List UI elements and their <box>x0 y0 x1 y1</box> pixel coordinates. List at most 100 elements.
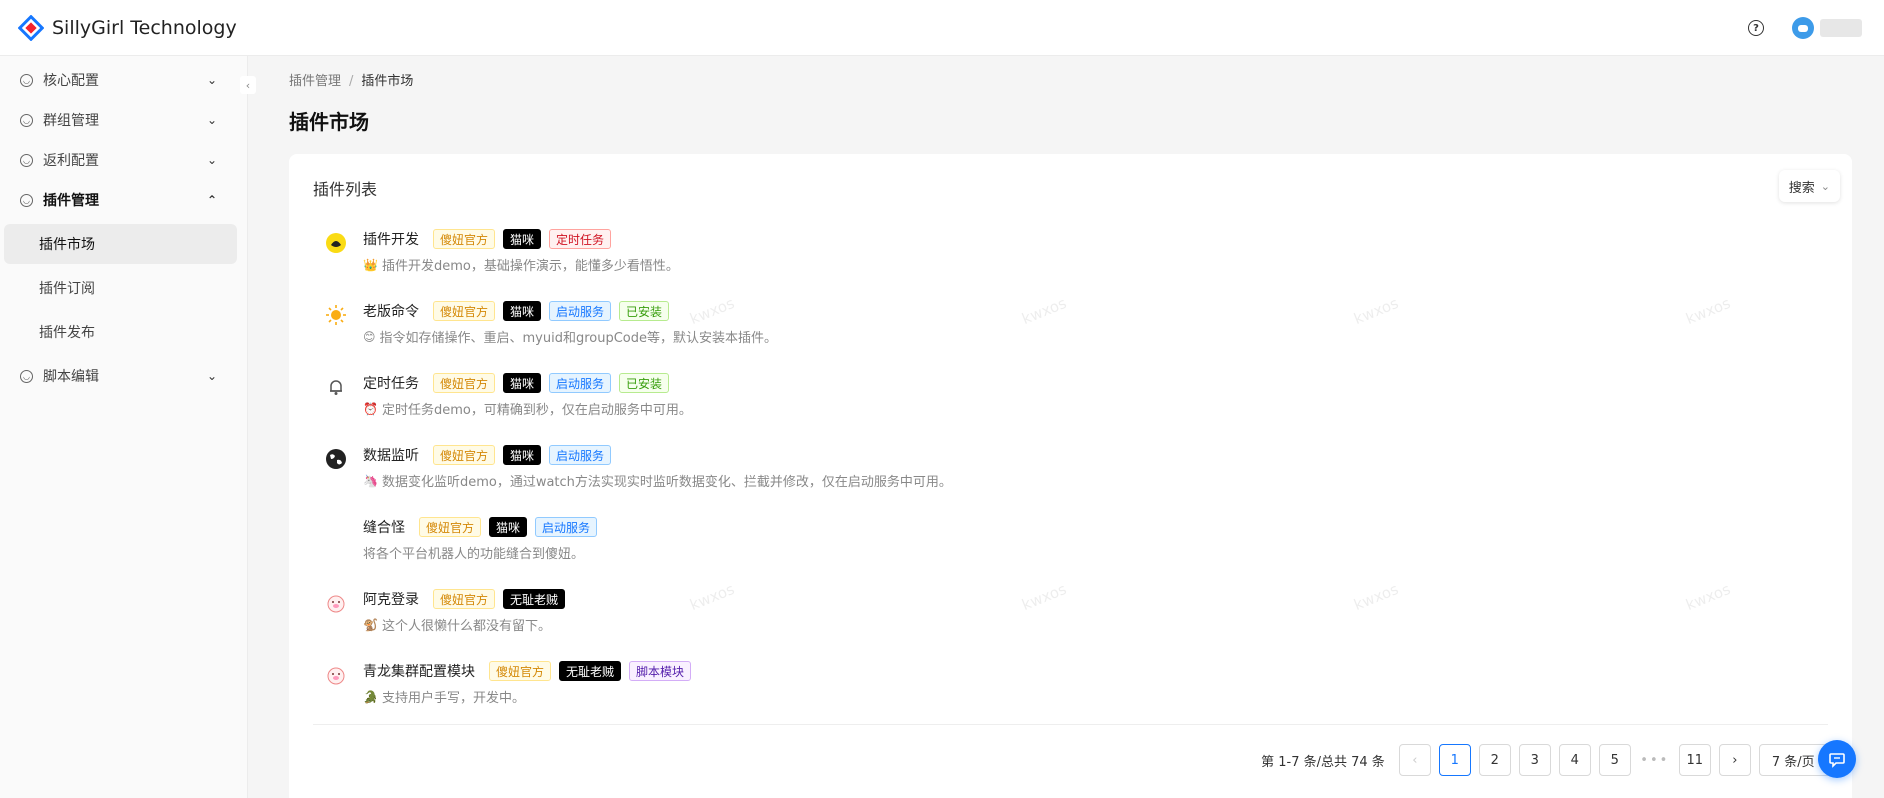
plugin-list: 插件开发 傻妞官方 猫咪 定时任务 👑 插件开发demo，基础操作演示，能懂多少看… <box>313 224 1828 728</box>
page-button-last[interactable]: 11 <box>1678 744 1711 776</box>
main-content: 插件管理 / 插件市场 插件市场 插件列表 搜索 ⌄ 插件开发 傻妞官方 猫咪 定时… <box>249 56 1884 798</box>
plugin-name[interactable]: 插件开发 <box>363 229 419 249</box>
smile-circle-icon: ◡ <box>20 73 33 87</box>
sidebar-item-label: 核心配置 <box>43 73 99 89</box>
sidebar-item-plugin-manage[interactable]: ◡ 插件管理 ⌃ <box>0 180 247 220</box>
tag: 启动服务 <box>549 445 612 465</box>
question-circle-icon[interactable]: ? <box>1748 20 1764 36</box>
sidebar-item-rebate-config[interactable]: ◡ 返利配置 ⌄ <box>0 140 247 180</box>
plugin-description: 这个人很懒什么都没有留下。 <box>381 619 551 634</box>
plugin-name[interactable]: 阿克登录 <box>363 589 419 609</box>
sidebar-group-plugin-manage: ◡ 插件管理 ⌃ 插件市场 插件订阅 插件发布 <box>0 180 247 352</box>
plugin-description: 定时任务demo，可精确到秒，仅在启动服务中可用。 <box>381 403 692 418</box>
plugin-name[interactable]: 老版命令 <box>363 301 419 321</box>
tag: 傻妞官方 <box>489 661 552 681</box>
page-ellipsis[interactable]: ••• <box>1639 753 1671 768</box>
tag: 猫咪 <box>503 445 542 465</box>
prev-page-button[interactable]: ‹ <box>1398 744 1431 776</box>
alarm-clock-icon: ⏰ <box>363 401 378 416</box>
list-item[interactable]: 数据监听 傻妞官方 猫咪 启动服务 🦄 数据变化监听demo，通过watch方法实… <box>313 440 1828 512</box>
plugin-description: 指令如存储操作、重启、myuid和groupCode等，默认安装本插件。 <box>379 331 778 346</box>
smile-circle-icon: ◡ <box>20 193 33 207</box>
sidebar-item-label: 群组管理 <box>43 113 99 129</box>
list-item[interactable]: 青龙集群配置模块 傻妞官方 无耻老贼 脚本模块 🐊 支持用户手写，开发中。 <box>313 656 1828 728</box>
card-title: 插件列表 <box>313 180 378 199</box>
sidebar-item-script-edit[interactable]: ◡ 脚本编辑 ⌄ <box>0 356 247 396</box>
list-item[interactable]: 老版命令 傻妞官方 猫咪 启动服务 已安装 😊 指令如存储操作、重启、myuid和… <box>313 296 1828 368</box>
tag: 无耻老贼 <box>503 589 566 609</box>
list-item[interactable]: 定时任务 傻妞官方 猫咪 启动服务 已安装 ⏰ 定时任务demo，可精确到秒，仅在… <box>313 368 1828 440</box>
list-item[interactable]: 阿克登录 傻妞官方 无耻老贼 🐒 这个人很懒什么都没有留下。 <box>313 584 1828 656</box>
breadcrumb: 插件管理 / 插件市场 <box>289 70 413 89</box>
crocodile-icon: 🐊 <box>363 689 378 704</box>
tag: 猫咪 <box>503 301 542 321</box>
plugin-description: 数据变化监听demo，通过watch方法实现实时监听数据变化、拦截并修改，仅在启… <box>381 475 952 490</box>
chevron-down-icon: ⌄ <box>206 153 217 167</box>
tag: 傻妞官方 <box>433 373 496 393</box>
chat-bubble-icon[interactable] <box>1818 740 1856 778</box>
pagination: 第 1-7 条/总共 74 条 ‹ 1 2 3 4 5 ••• 11 › 7 条… <box>1261 744 1844 776</box>
tag: 傻妞官方 <box>433 301 496 321</box>
unicorn-icon: 🦄 <box>363 473 378 488</box>
breadcrumb-parent[interactable]: 插件管理 <box>289 74 341 89</box>
sidebar-item-core-config[interactable]: ◡ 核心配置 ⌄ <box>0 60 247 100</box>
tag: 已安装 <box>619 301 670 321</box>
sidebar: ◡ 核心配置 ⌄ ◡ 群组管理 ⌄ ◡ 返利配置 ⌄ ◡ 插件管理 ⌃ 插件市场… <box>0 56 248 798</box>
breadcrumb-separator: / <box>349 74 354 89</box>
smile-icon: 😊 <box>363 329 376 344</box>
sidebar-subitem-plugin-market[interactable]: 插件市场 <box>4 224 237 264</box>
crown-icon: 👑 <box>363 257 378 272</box>
plugin-name[interactable]: 定时任务 <box>363 373 419 393</box>
tag: 猫咪 <box>489 517 528 537</box>
bell-icon <box>325 376 347 398</box>
page-size-label: 7 条/页 <box>1771 754 1815 770</box>
page-title: 插件市场 <box>289 110 369 134</box>
chevron-down-icon: ⌄ <box>206 73 217 87</box>
username-placeholder <box>1820 19 1862 37</box>
tag: 定时任务 <box>549 229 612 249</box>
diamond-logo-icon[interactable] <box>16 13 46 43</box>
list-item[interactable]: 插件开发 傻妞官方 猫咪 定时任务 👑 插件开发demo，基础操作演示，能懂多少看… <box>313 224 1828 296</box>
pig-icon <box>325 664 347 686</box>
avatar[interactable] <box>1792 17 1814 39</box>
chevron-up-icon: ⌃ <box>206 193 217 207</box>
list-item[interactable]: 缝合怪 傻妞官方 猫咪 启动服务 将各个平台机器人的功能缝合到傻妞。 <box>313 512 1828 584</box>
duck-icon <box>325 232 347 254</box>
sidebar-item-group-manage[interactable]: ◡ 群组管理 ⌄ <box>0 100 247 140</box>
sun-icon <box>325 304 347 326</box>
breadcrumb-current: 插件市场 <box>361 74 414 89</box>
page-button[interactable]: 4 <box>1558 744 1591 776</box>
sidebar-collapse-button[interactable]: ‹ <box>240 76 256 94</box>
tag: 猫咪 <box>503 373 542 393</box>
tag: 已安装 <box>619 373 670 393</box>
tag: 启动服务 <box>549 373 612 393</box>
smile-circle-icon: ◡ <box>20 369 33 383</box>
tag: 傻妞官方 <box>433 445 496 465</box>
plugin-name[interactable]: 缝合怪 <box>363 517 405 537</box>
app-title[interactable]: SillyGirl Technology <box>52 17 237 39</box>
tag: 傻妞官方 <box>419 517 482 537</box>
tag: 猫咪 <box>503 229 542 249</box>
smile-circle-icon: ◡ <box>20 153 33 167</box>
user-menu[interactable] <box>1792 17 1862 39</box>
globe-icon <box>325 448 347 470</box>
chevron-down-icon: ⌄ <box>1820 179 1830 193</box>
next-page-button[interactable]: › <box>1718 744 1751 776</box>
plugin-name[interactable]: 数据监听 <box>363 445 419 465</box>
tag: 启动服务 <box>535 517 598 537</box>
sidebar-subitem-plugin-publish[interactable]: 插件发布 <box>4 312 237 352</box>
page-button[interactable]: 1 <box>1438 744 1471 776</box>
page-button[interactable]: 3 <box>1518 744 1551 776</box>
plugin-description: 支持用户手写，开发中。 <box>381 691 525 706</box>
tag: 傻妞官方 <box>433 589 496 609</box>
search-button[interactable]: 搜索 ⌄ <box>1778 170 1840 202</box>
smile-circle-icon: ◡ <box>20 113 33 127</box>
plugin-list-card: 插件列表 搜索 ⌄ 插件开发 傻妞官方 猫咪 定时任务 👑插件开发demo，基 <box>289 154 1852 798</box>
chevron-down-icon: ⌄ <box>206 113 217 127</box>
sidebar-subitem-plugin-subscribe[interactable]: 插件订阅 <box>4 268 237 308</box>
divider <box>313 724 1828 725</box>
page-button[interactable]: 5 <box>1598 744 1631 776</box>
pig-icon <box>325 592 347 614</box>
plugin-name[interactable]: 青龙集群配置模块 <box>363 661 475 681</box>
page-button[interactable]: 2 <box>1478 744 1511 776</box>
